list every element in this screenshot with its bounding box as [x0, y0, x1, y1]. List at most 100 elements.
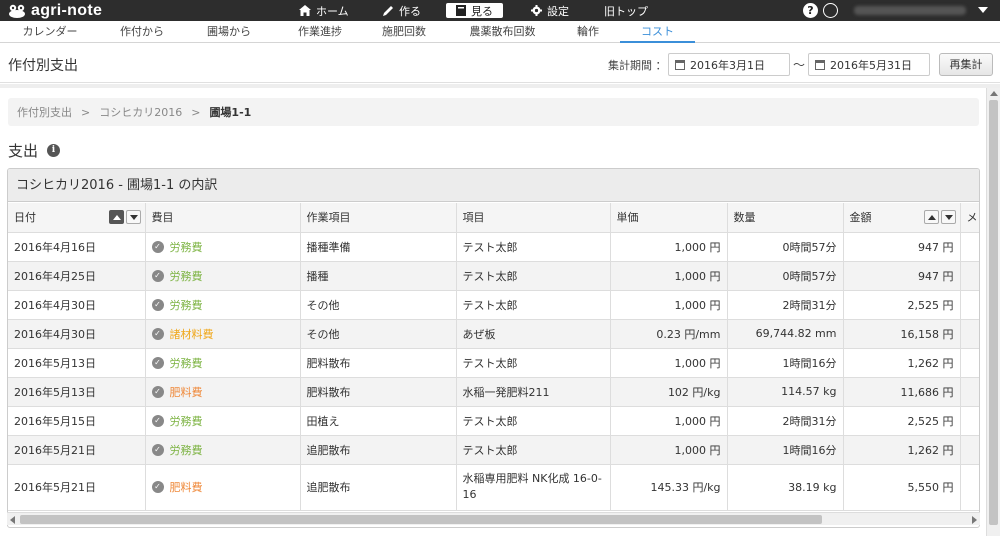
cost-type: ✓ 諸材料費 — [151, 326, 294, 342]
breadcrumb-link-summary[interactable]: 作付別支出 — [17, 104, 72, 120]
cell-quantity: 114.57 kg — [727, 377, 844, 407]
sort-asc-button[interactable] — [108, 210, 124, 224]
user-badge-icon[interactable] — [823, 3, 838, 18]
tab-work-progress[interactable]: 作業進捗 — [280, 21, 360, 43]
nav-settings[interactable]: 設定 — [531, 0, 569, 21]
scroll-up-arrow-icon[interactable] — [990, 91, 998, 96]
user-menu-caret-icon[interactable] — [978, 7, 988, 13]
cost-type: ✓ 労務費 — [151, 413, 294, 429]
caret-up-icon — [927, 215, 936, 220]
horizontal-scrollbar[interactable] — [7, 512, 980, 525]
info-icon[interactable]: i — [47, 144, 61, 157]
cell-item: テスト太郎 — [456, 261, 611, 291]
cell-amount: 1,262 円 — [843, 435, 961, 465]
cell-unit-price: 1,000 円 — [610, 435, 728, 465]
cell-memo — [960, 261, 979, 291]
tab-cost[interactable]: コスト — [620, 21, 695, 43]
table-row: 2016年4月16日 ✓ 労務費 播種準備 テスト太郎 1,000 円 0時間57分 947 … — [8, 232, 979, 262]
date-from-field[interactable]: 2016年3月1日 — [668, 53, 790, 76]
tab-calendar[interactable]: カレンダー — [10, 21, 90, 43]
cell-date: 2016年5月13日 — [8, 377, 146, 407]
nav-make[interactable]: 作る — [383, 0, 421, 21]
cell-amount: 16,158 円 — [843, 319, 961, 349]
cell-quantity: 1時間16分 — [727, 435, 844, 465]
cell-item: あぜ板 — [456, 319, 611, 349]
col-header-quantity[interactable]: 数量 — [727, 203, 844, 233]
table-row: 2016年5月21日 ✓ 労務費 追肥散布 テスト太郎 1,000 円 1時間16分 1,26… — [8, 435, 979, 465]
table-row: 2016年5月15日 ✓ 労務費 田植え テスト太郎 1,000 円 2時間31分 2,525… — [8, 406, 979, 436]
nav-old-top[interactable]: 旧トップ — [604, 0, 648, 21]
cell-date: 2016年4月30日 — [8, 319, 146, 349]
cell-memo — [960, 406, 979, 436]
col-header-item[interactable]: 項目 — [456, 203, 611, 233]
col-header-unit-price[interactable]: 単価 — [610, 203, 728, 233]
app-logo[interactable]: agri-note — [8, 1, 102, 20]
table-row: 2016年5月13日 ✓ 肥料費 肥料散布 水稲一発肥料211 102 円/kg 114.5… — [8, 377, 979, 407]
check-circle-icon: ✓ — [151, 385, 164, 398]
check-circle-icon: ✓ — [151, 298, 164, 311]
cell-work-item: 播種準備 — [300, 232, 457, 262]
scrollbar-thumb[interactable] — [989, 100, 998, 525]
tab-by-field[interactable]: 圃場から — [190, 21, 268, 43]
col-header-memo[interactable]: メ — [960, 203, 979, 233]
nav-view-label: 見る — [471, 4, 493, 18]
breadcrumb-separator: > — [191, 105, 201, 119]
col-header-amount[interactable]: 金額 — [843, 203, 961, 233]
table-row: 2016年5月13日 ✓ 労務費 肥料散布 テスト太郎 1,000 円 1時間16分 1,26… — [8, 348, 979, 378]
cell-work-item: その他 — [300, 319, 457, 349]
help-icon[interactable]: ? — [803, 3, 818, 18]
cell-quantity: 69,744.82 mm — [727, 319, 844, 349]
scrollbar-thumb[interactable] — [20, 515, 822, 524]
page-title: 作付別支出 — [8, 58, 78, 74]
cell-quantity: 1時間16分 — [727, 348, 844, 378]
tab-by-crop[interactable]: 作付から — [103, 21, 181, 43]
panel-title: コシヒカリ2016 - 圃場1-1 の内訳 — [8, 169, 979, 202]
check-circle-icon: ✓ — [151, 356, 164, 369]
nav-view[interactable]: 見る — [446, 3, 503, 18]
nav-old-top-label: 旧トップ — [604, 4, 648, 18]
nav-home-label: ホーム — [316, 4, 349, 18]
table-row: 2016年4月30日 ✓ 労務費 その他 テスト太郎 1,000 円 2時間31分 2,525… — [8, 290, 979, 320]
cell-cost-type: ✓ 労務費 — [145, 232, 301, 262]
cell-quantity: 2時間31分 — [727, 290, 844, 320]
user-name-blurred[interactable] — [854, 6, 966, 15]
cell-work-item: 田植え — [300, 406, 457, 436]
cell-item: テスト太郎 — [456, 406, 611, 436]
col-header-work-item[interactable]: 作業項目 — [300, 203, 457, 233]
tab-fertilizing-count[interactable]: 施肥回数 — [368, 21, 440, 43]
date-to-value: 2016年5月31日 — [830, 58, 912, 72]
cell-work-item: 播種 — [300, 261, 457, 291]
recalculate-button[interactable]: 再集計 — [939, 53, 993, 76]
cell-memo — [960, 290, 979, 320]
cell-amount: 5,550 円 — [843, 464, 961, 511]
sort-desc-button[interactable] — [125, 210, 141, 224]
cell-unit-price: 1,000 円 — [610, 406, 728, 436]
cell-quantity: 2時間31分 — [727, 406, 844, 436]
table-row: 2016年4月25日 ✓ 労務費 播種 テスト太郎 1,000 円 0時間57分 947 円 — [8, 261, 979, 291]
cell-cost-type: ✓ 肥料費 — [145, 464, 301, 511]
cost-type: ✓ 労務費 — [151, 442, 294, 458]
caret-up-icon — [112, 215, 121, 220]
scroll-left-arrow-icon[interactable] — [10, 516, 15, 524]
cell-work-item: その他 — [300, 290, 457, 320]
tab-pesticide-count[interactable]: 農薬散布回数 — [455, 21, 550, 43]
vertical-scrollbar[interactable] — [986, 88, 1000, 536]
cell-date: 2016年4月25日 — [8, 261, 146, 291]
cell-work-item: 追肥散布 — [300, 435, 457, 465]
section-title: 支出 — [8, 142, 39, 160]
book-icon — [456, 5, 466, 16]
tab-rotation[interactable]: 輪作 — [566, 21, 610, 43]
scroll-right-arrow-icon[interactable] — [972, 516, 977, 524]
breadcrumb-link-crop[interactable]: コシヒカリ2016 — [99, 104, 182, 120]
sort-desc-button[interactable] — [940, 210, 956, 224]
cell-item: テスト太郎 — [456, 290, 611, 320]
cell-work-item: 追肥散布 — [300, 464, 457, 511]
col-header-cost-type[interactable]: 費目 — [145, 203, 301, 233]
pencil-icon — [383, 6, 393, 16]
cost-type: ✓ 労務費 — [151, 355, 294, 371]
nav-home[interactable]: ホーム — [299, 0, 349, 21]
col-header-date[interactable]: 日付 — [8, 203, 146, 233]
date-to-field[interactable]: 2016年5月31日 — [808, 53, 930, 76]
sort-asc-button[interactable] — [923, 210, 939, 224]
cell-cost-type: ✓ 労務費 — [145, 348, 301, 378]
